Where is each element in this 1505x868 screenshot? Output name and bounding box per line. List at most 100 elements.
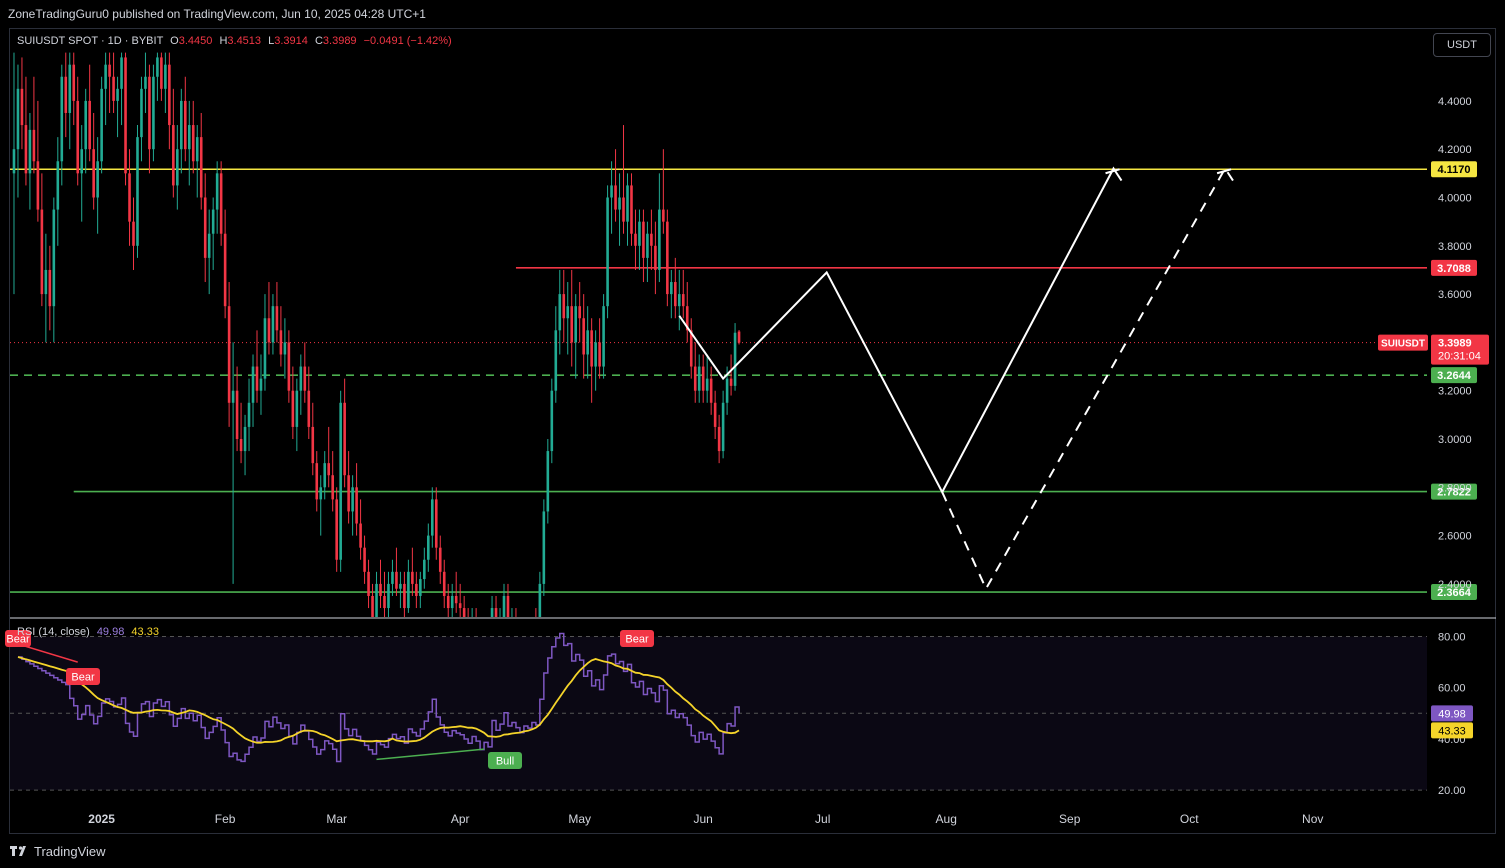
candle-body-96 xyxy=(395,571,398,589)
candle-body-151 xyxy=(614,185,617,210)
close-value: 3.3989 xyxy=(322,35,357,47)
candle-body-89 xyxy=(367,571,370,596)
candle-body-55 xyxy=(231,390,235,403)
candle-body-78 xyxy=(323,463,327,488)
candles-layer xyxy=(12,52,741,637)
candle-body-64 xyxy=(267,318,271,343)
rsi-ma-legend-value: 43.33 xyxy=(131,626,159,638)
symbol-legend[interactable]: SUIUSDT SPOT · 1D · BYBIT O3.4450 H3.451… xyxy=(17,35,452,47)
candle-body-8 xyxy=(44,269,48,295)
candle-body-148 xyxy=(602,306,605,367)
candle-body-162 xyxy=(658,209,661,270)
candle-body-161 xyxy=(654,245,657,270)
candle-body-125 xyxy=(511,620,514,627)
candle-body-42 xyxy=(180,100,183,150)
candle-body-159 xyxy=(646,233,649,258)
time-tick-10: Nov xyxy=(1302,812,1323,826)
candle-body-66 xyxy=(275,306,279,331)
candle-body-85 xyxy=(351,487,354,512)
candle-body-3 xyxy=(24,125,28,174)
candle-body-41 xyxy=(176,149,179,186)
candle-body-80 xyxy=(331,475,334,500)
candle-body-11 xyxy=(56,161,60,210)
candle-body-57 xyxy=(239,439,243,452)
candle-body-79 xyxy=(327,463,331,476)
time-tick-8: Sep xyxy=(1059,812,1081,826)
candle-body-106 xyxy=(434,499,438,548)
candle-body-182 xyxy=(737,331,741,343)
candle-body-180 xyxy=(729,378,733,386)
candle-body-4 xyxy=(28,129,32,174)
candle-body-31 xyxy=(136,137,139,246)
level-tag-2: 3.2644 xyxy=(1437,370,1472,382)
time-tick-0: 2025 xyxy=(88,812,115,826)
candle-body-20 xyxy=(92,149,95,198)
chart-canvas[interactable]: BearBearBearBull 4.11703.70883.26442.782… xyxy=(0,0,1505,868)
candle-body-110 xyxy=(450,595,454,609)
divergence-tag-bear_3: Bear xyxy=(625,634,649,646)
candle-body-94 xyxy=(387,583,390,609)
candle-body-121 xyxy=(494,608,498,617)
price-tick-0: 4.4000 xyxy=(1438,96,1472,108)
candle-body-16 xyxy=(76,100,80,174)
candle-body-14 xyxy=(68,64,72,113)
candle-body-112 xyxy=(458,603,462,609)
candle-body-26 xyxy=(116,88,119,101)
price-tick-7: 2.8000 xyxy=(1438,482,1472,494)
horizontal-levels-layer xyxy=(10,168,1427,593)
candle-body-13 xyxy=(64,76,68,113)
candle-body-163 xyxy=(662,209,665,222)
candle-body-38 xyxy=(164,64,167,89)
close-label: C xyxy=(314,35,323,47)
candle-body-28 xyxy=(124,57,127,174)
rsi-title[interactable]: RSI (14, close) xyxy=(17,626,90,638)
candle-body-152 xyxy=(618,197,621,210)
candle-body-0 xyxy=(12,149,16,174)
candle-body-135 xyxy=(550,390,554,452)
candle-body-24 xyxy=(108,64,111,77)
candle-body-98 xyxy=(403,583,406,609)
candle-body-174 xyxy=(705,378,709,391)
candle-body-70 xyxy=(291,390,295,427)
candle-body-165 xyxy=(670,282,673,295)
candle-body-153 xyxy=(622,197,625,222)
time-tick-2: Mar xyxy=(326,812,347,826)
candle-body-129 xyxy=(527,632,530,637)
candle-body-9 xyxy=(48,269,52,307)
candle-body-156 xyxy=(634,233,637,246)
candle-body-104 xyxy=(427,535,430,560)
candle-body-103 xyxy=(423,559,426,580)
candle-body-166 xyxy=(674,282,677,307)
rsi-legend[interactable]: RSI (14, close) 49.98 43.33 xyxy=(17,626,159,638)
candle-body-86 xyxy=(355,487,358,524)
rsi-tick-1: 60.00 xyxy=(1438,683,1466,695)
candle-body-107 xyxy=(438,547,442,572)
candle-body-157 xyxy=(638,221,641,246)
projection-dashed xyxy=(941,166,1234,591)
candle-body-116 xyxy=(475,620,478,632)
candle-body-123 xyxy=(502,595,506,617)
candle-body-60 xyxy=(251,366,255,403)
candle-body-147 xyxy=(598,342,601,367)
candle-body-58 xyxy=(243,426,247,452)
candle-body-76 xyxy=(315,463,319,500)
candle-body-49 xyxy=(207,233,211,258)
symbol-name[interactable]: SUIUSDT SPOT · 1D · BYBIT xyxy=(17,35,163,47)
candle-body-158 xyxy=(642,221,645,258)
candle-body-30 xyxy=(132,221,135,246)
candle-body-56 xyxy=(235,390,239,439)
candle-body-73 xyxy=(303,366,307,391)
footer-brand: TradingView xyxy=(34,843,106,859)
candle-body-172 xyxy=(697,366,701,391)
price-tick-1: 4.2000 xyxy=(1438,144,1472,156)
candle-body-181 xyxy=(733,332,737,386)
candle-body-43 xyxy=(183,100,187,150)
candle-body-90 xyxy=(371,595,374,617)
time-tick-7: Aug xyxy=(936,812,957,826)
price-tick-3: 3.8000 xyxy=(1438,241,1472,253)
candle-body-145 xyxy=(590,330,593,367)
currency-button[interactable]: USDT xyxy=(1433,33,1491,57)
candle-body-18 xyxy=(84,100,87,150)
candle-body-47 xyxy=(199,137,203,198)
divergence-tag-bear_2: Bear xyxy=(71,672,95,684)
